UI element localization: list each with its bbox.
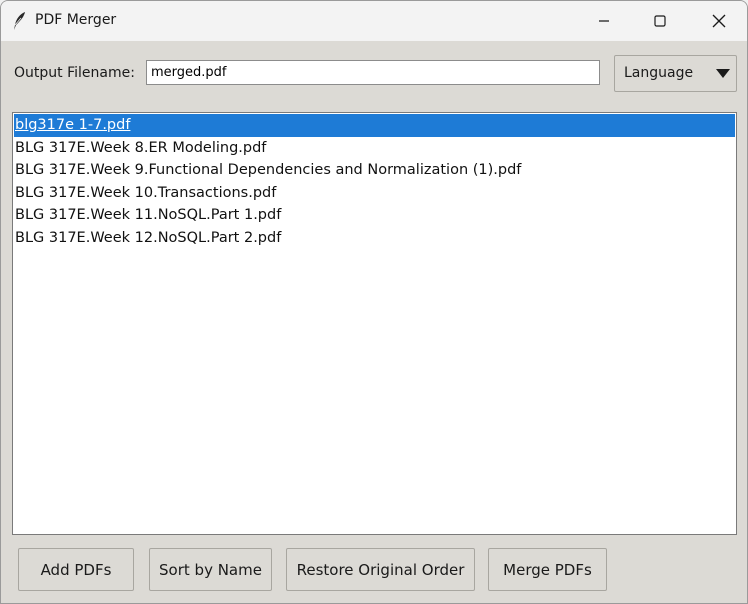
minimize-button[interactable]: [575, 1, 633, 41]
feather-icon: [12, 11, 28, 31]
file-list-item[interactable]: BLG 317E.Week 10.Transactions.pdf: [14, 182, 735, 205]
file-list-item[interactable]: BLG 317E.Week 9.Functional Dependencies …: [14, 159, 735, 182]
pdf-file-list[interactable]: blg317e 1-7.pdf BLG 317E.Week 8.ER Modeli…: [12, 112, 737, 535]
title-bar[interactable]: PDF Merger: [1, 1, 747, 41]
sort-by-name-button[interactable]: Sort by Name: [149, 548, 272, 591]
window-title: PDF Merger: [35, 12, 117, 28]
file-list-item[interactable]: blg317e 1-7.pdf: [14, 114, 735, 137]
restore-original-order-button[interactable]: Restore Original Order: [286, 548, 475, 591]
maximize-button[interactable]: [631, 1, 689, 41]
language-dropdown[interactable]: Language: [614, 55, 737, 92]
merge-pdfs-button[interactable]: Merge PDFs: [488, 548, 607, 591]
maximize-icon: [654, 15, 666, 27]
app-window: PDF Merger Output Filename: Language blg…: [0, 0, 748, 604]
dropdown-arrow-icon: [716, 69, 730, 78]
output-filename-label: Output Filename:: [14, 65, 135, 81]
file-list-item[interactable]: BLG 317E.Week 12.NoSQL.Part 2.pdf: [14, 227, 735, 250]
file-list-item[interactable]: BLG 317E.Week 11.NoSQL.Part 1.pdf: [14, 204, 735, 227]
language-dropdown-label: Language: [624, 65, 694, 81]
close-icon: [712, 14, 726, 28]
output-filename-input[interactable]: [146, 60, 600, 85]
file-list-item[interactable]: BLG 317E.Week 8.ER Modeling.pdf: [14, 137, 735, 160]
minimize-icon: [599, 20, 609, 22]
close-button[interactable]: [690, 1, 747, 41]
add-pdfs-button[interactable]: Add PDFs: [18, 548, 134, 591]
